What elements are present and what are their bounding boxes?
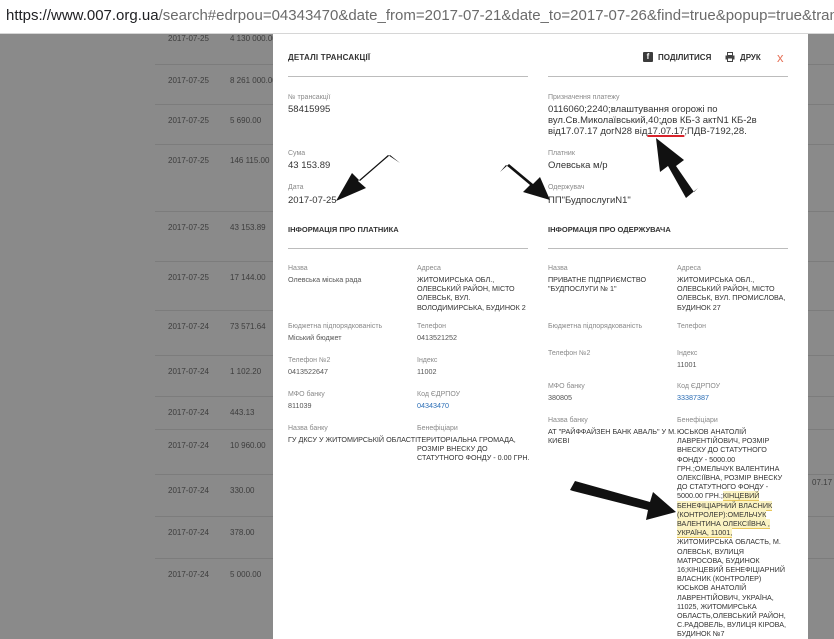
arrow-to-beneficiary (570, 481, 676, 520)
arrow-to-receiver (500, 164, 550, 200)
annotation-arrows (336, 138, 698, 520)
arrow-to-purpose-date (656, 138, 698, 198)
arrow-to-date (336, 155, 400, 201)
